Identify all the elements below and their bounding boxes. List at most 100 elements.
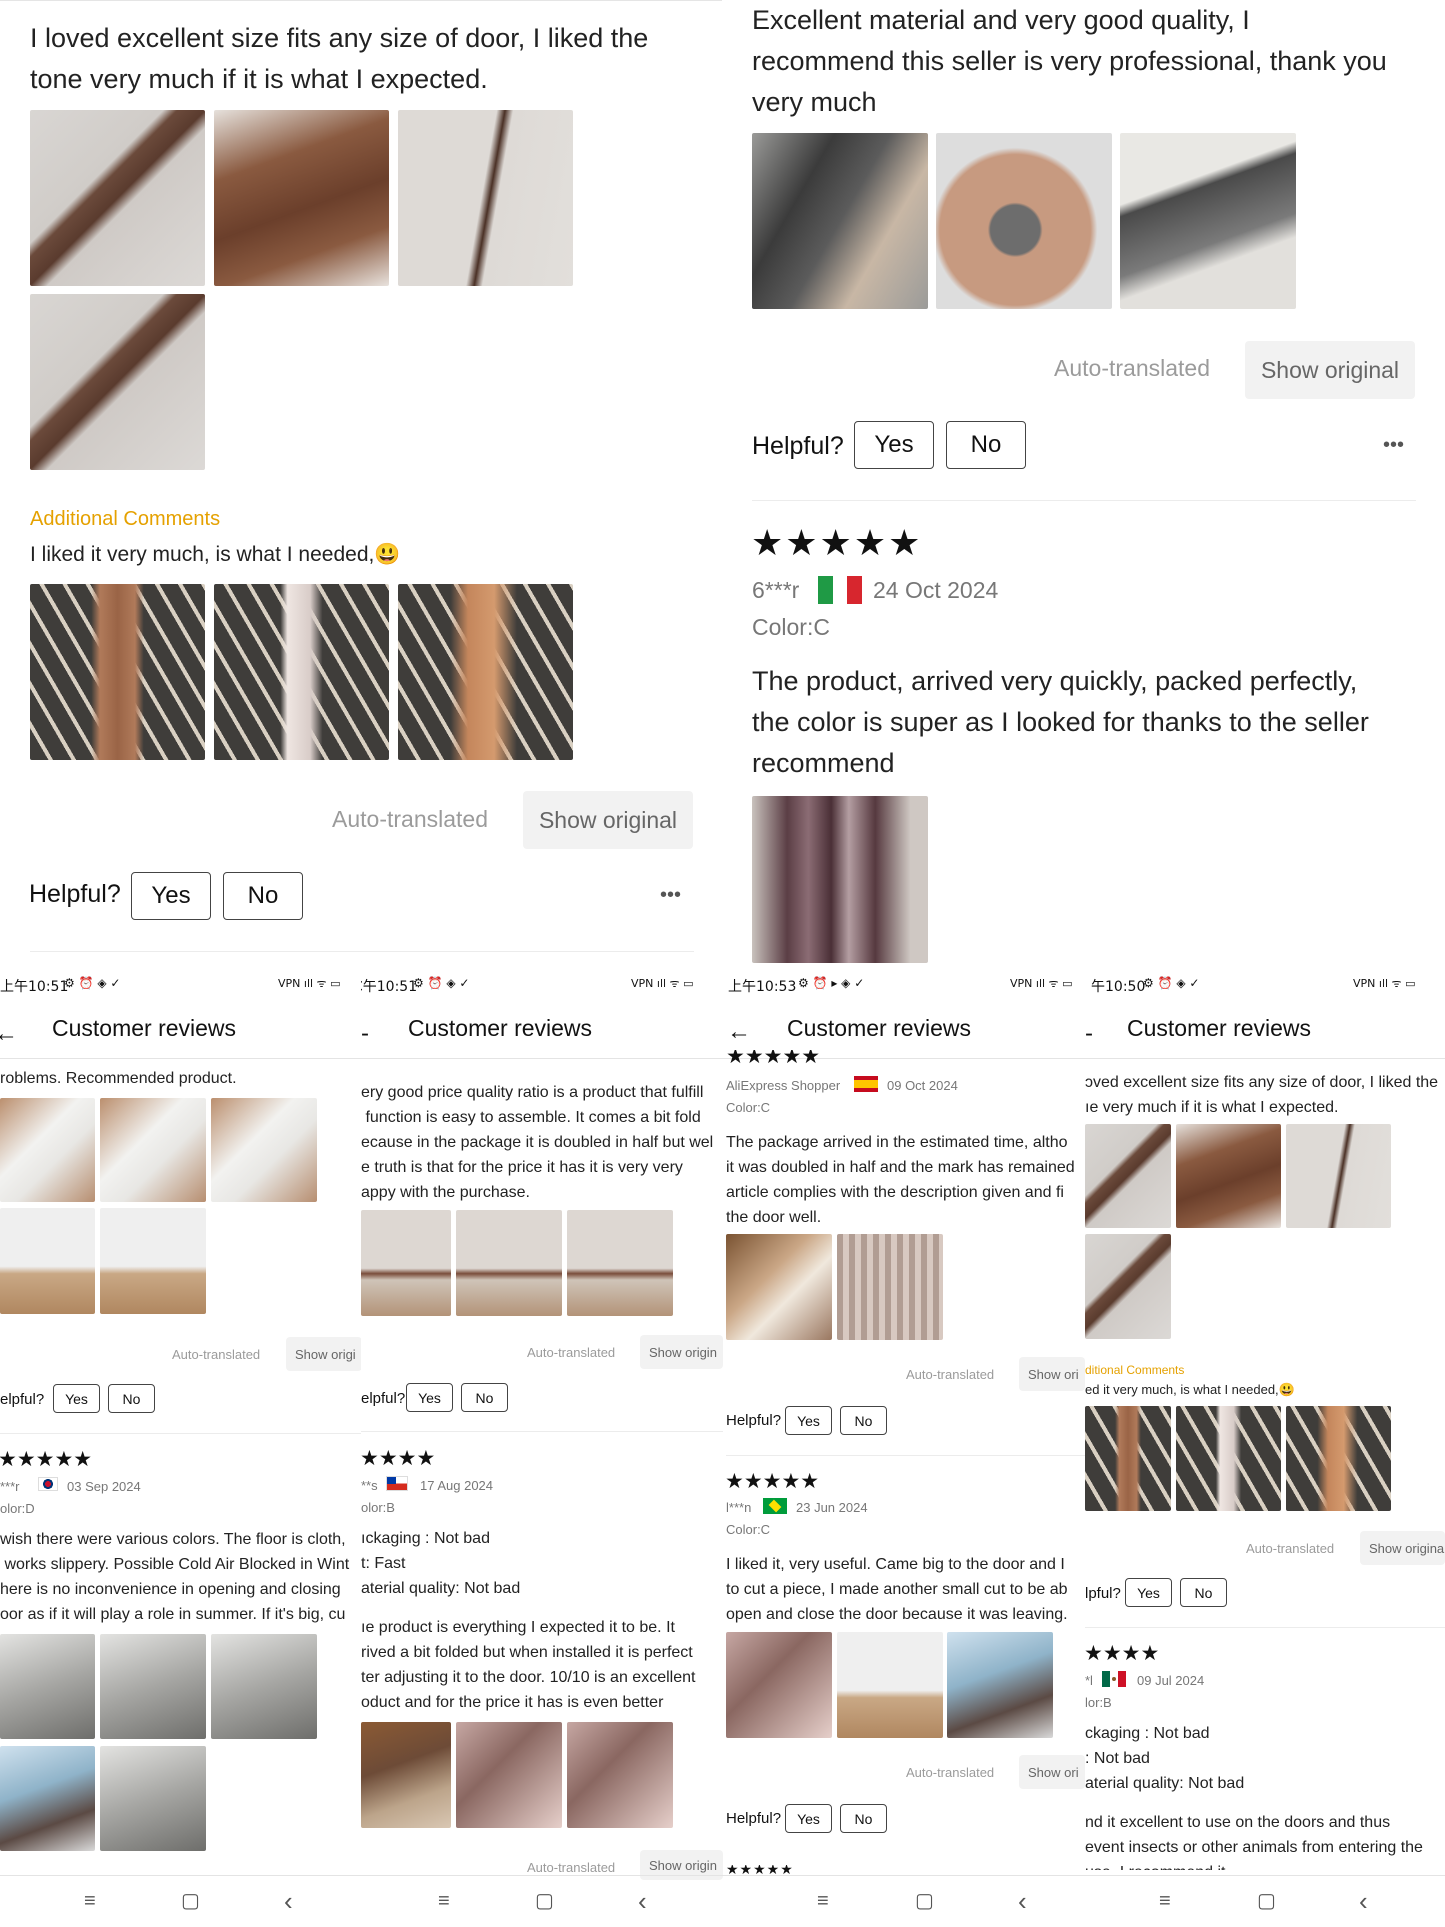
back-arrow-icon[interactable]: - [1085, 1020, 1093, 1048]
auto-translated-label: Auto-translated [527, 1860, 616, 1875]
reviewer-name: *l [1085, 1673, 1093, 1688]
review-photo[interactable] [752, 133, 928, 309]
nav-back-icon[interactable]: ‹ [638, 1886, 647, 1917]
review-photo[interactable] [947, 1632, 1053, 1738]
nav-menu-icon[interactable]: ≡ [438, 1890, 450, 1913]
rating-packaging: ckaging : Not bad [1085, 1725, 1210, 1743]
review-photo[interactable] [100, 1208, 206, 1314]
nav-menu-icon[interactable]: ≡ [817, 1890, 829, 1913]
flag-icon [1102, 1671, 1126, 1687]
helpful-no-button[interactable]: No [946, 421, 1026, 469]
review-photo[interactable] [1176, 1406, 1281, 1511]
more-dots-icon[interactable]: ••• [660, 884, 681, 907]
show-original-button[interactable]: Show ori [1019, 1755, 1085, 1789]
status-icons: ⚙ ⏰ ◈ ✓ [413, 976, 470, 990]
helpful-yes-button[interactable]: Yes [854, 421, 934, 469]
review-photo[interactable] [1120, 133, 1296, 309]
back-arrow-icon[interactable]: ← [727, 1018, 751, 1046]
review-photo[interactable] [398, 110, 573, 286]
review-color: olor:B [361, 1500, 395, 1515]
show-original-button[interactable]: Show origi [286, 1337, 361, 1371]
rating-shipping: : Not bad [1085, 1750, 1150, 1768]
nav-back-icon[interactable]: ‹ [284, 1886, 293, 1917]
review-photo[interactable] [100, 1098, 206, 1202]
review-photo[interactable] [1286, 1124, 1391, 1228]
review-photo[interactable] [30, 110, 205, 286]
review-text: I liked it, very useful. Came big to the… [726, 1556, 1068, 1623]
more-dots-icon[interactable]: ••• [1383, 434, 1404, 457]
review-photo[interactable] [1085, 1406, 1171, 1511]
helpful-no-button[interactable]: No [840, 1804, 887, 1833]
show-original-button[interactable]: Show ori [1019, 1357, 1085, 1391]
helpful-yes-button[interactable]: Yes [785, 1406, 832, 1435]
helpful-no-button[interactable]: No [840, 1406, 887, 1435]
review-text: nd it excellent to use on the doors and … [1085, 1814, 1423, 1870]
rating-packaging: ıckaging : Not bad [361, 1530, 490, 1548]
nav-menu-icon[interactable]: ≡ [84, 1890, 96, 1913]
rating-label: ıckaging : [361, 1530, 434, 1547]
review-photo[interactable] [726, 1234, 832, 1340]
review-text: roblems. Recommended product. [0, 1070, 237, 1087]
review-photo[interactable] [1286, 1406, 1391, 1511]
review-photo[interactable] [398, 584, 573, 760]
status-time: 上午10:53 [728, 979, 797, 995]
review-photo[interactable] [1176, 1124, 1281, 1228]
review-photo[interactable] [0, 1746, 95, 1851]
review-photo[interactable] [211, 1098, 317, 1202]
helpful-no-button[interactable]: No [223, 872, 303, 920]
nav-home-icon[interactable]: ▢ [181, 1888, 200, 1913]
review-photo[interactable] [0, 1208, 95, 1314]
review-color: olor:D [0, 1501, 35, 1516]
review-photo[interactable] [361, 1722, 451, 1828]
review-photo[interactable] [100, 1746, 206, 1851]
review-photo[interactable] [456, 1210, 562, 1316]
review-photo[interactable] [214, 584, 389, 760]
review-photo[interactable] [1085, 1234, 1171, 1339]
review-date: 09 Oct 2024 [887, 1078, 958, 1093]
review-photo[interactable] [837, 1234, 943, 1340]
review-photo[interactable] [30, 294, 205, 470]
status-icons: ⚙ ⏰ ◈ ✓ [64, 976, 121, 990]
review-photo[interactable] [726, 1632, 832, 1738]
helpful-label: lpful? [1085, 1585, 1121, 1602]
helpful-yes-button[interactable]: Yes [131, 872, 211, 920]
review-photo[interactable] [30, 584, 205, 760]
nav-home-icon[interactable]: ▢ [1257, 1888, 1276, 1913]
review-photo[interactable] [0, 1634, 95, 1739]
nav-home-icon[interactable]: ▢ [915, 1888, 934, 1913]
helpful-yes-button[interactable]: Yes [406, 1383, 453, 1412]
helpful-no-button[interactable]: No [461, 1383, 508, 1412]
back-arrow-icon[interactable]: ← [0, 1020, 18, 1048]
review-photo[interactable] [752, 796, 928, 963]
review-photo[interactable] [214, 110, 389, 286]
review-photo[interactable] [211, 1634, 317, 1739]
review-photo[interactable] [0, 1098, 95, 1202]
nav-home-icon[interactable]: ▢ [535, 1888, 554, 1913]
review-date: 24 Oct 2024 [873, 577, 999, 603]
helpful-yes-button[interactable]: Yes [785, 1804, 832, 1833]
helpful-yes-button[interactable]: Yes [1125, 1578, 1172, 1607]
review-photo[interactable] [100, 1634, 206, 1739]
nav-back-icon[interactable]: ‹ [1359, 1886, 1368, 1917]
review-photo[interactable] [1085, 1124, 1171, 1228]
review-photo[interactable] [567, 1210, 673, 1316]
review-photo[interactable] [936, 133, 1112, 309]
nav-menu-icon[interactable]: ≡ [1159, 1890, 1171, 1913]
review-photo[interactable] [456, 1722, 562, 1828]
show-original-button[interactable]: Show origina [1360, 1531, 1445, 1565]
helpful-no-button[interactable]: No [1180, 1578, 1227, 1607]
show-original-button[interactable]: Show origin [640, 1335, 723, 1369]
helpful-no-button[interactable]: No [108, 1384, 155, 1413]
status-time: C午10:51 [361, 979, 418, 995]
review-photo[interactable] [837, 1632, 943, 1738]
review-photo[interactable] [567, 1722, 673, 1828]
review-photo[interactable] [361, 1210, 451, 1316]
back-arrow-icon[interactable]: - [361, 1020, 369, 1048]
additional-comments-title: Additional Comments [30, 508, 221, 530]
nav-back-icon[interactable]: ‹ [1018, 1886, 1027, 1917]
show-original-button[interactable]: Show original [1245, 341, 1415, 399]
auto-translated-label: Auto-translated [1054, 355, 1210, 381]
star-rating: ★★★★★ [0, 1448, 93, 1471]
helpful-yes-button[interactable]: Yes [53, 1384, 100, 1413]
show-original-button[interactable]: Show original [523, 791, 693, 849]
